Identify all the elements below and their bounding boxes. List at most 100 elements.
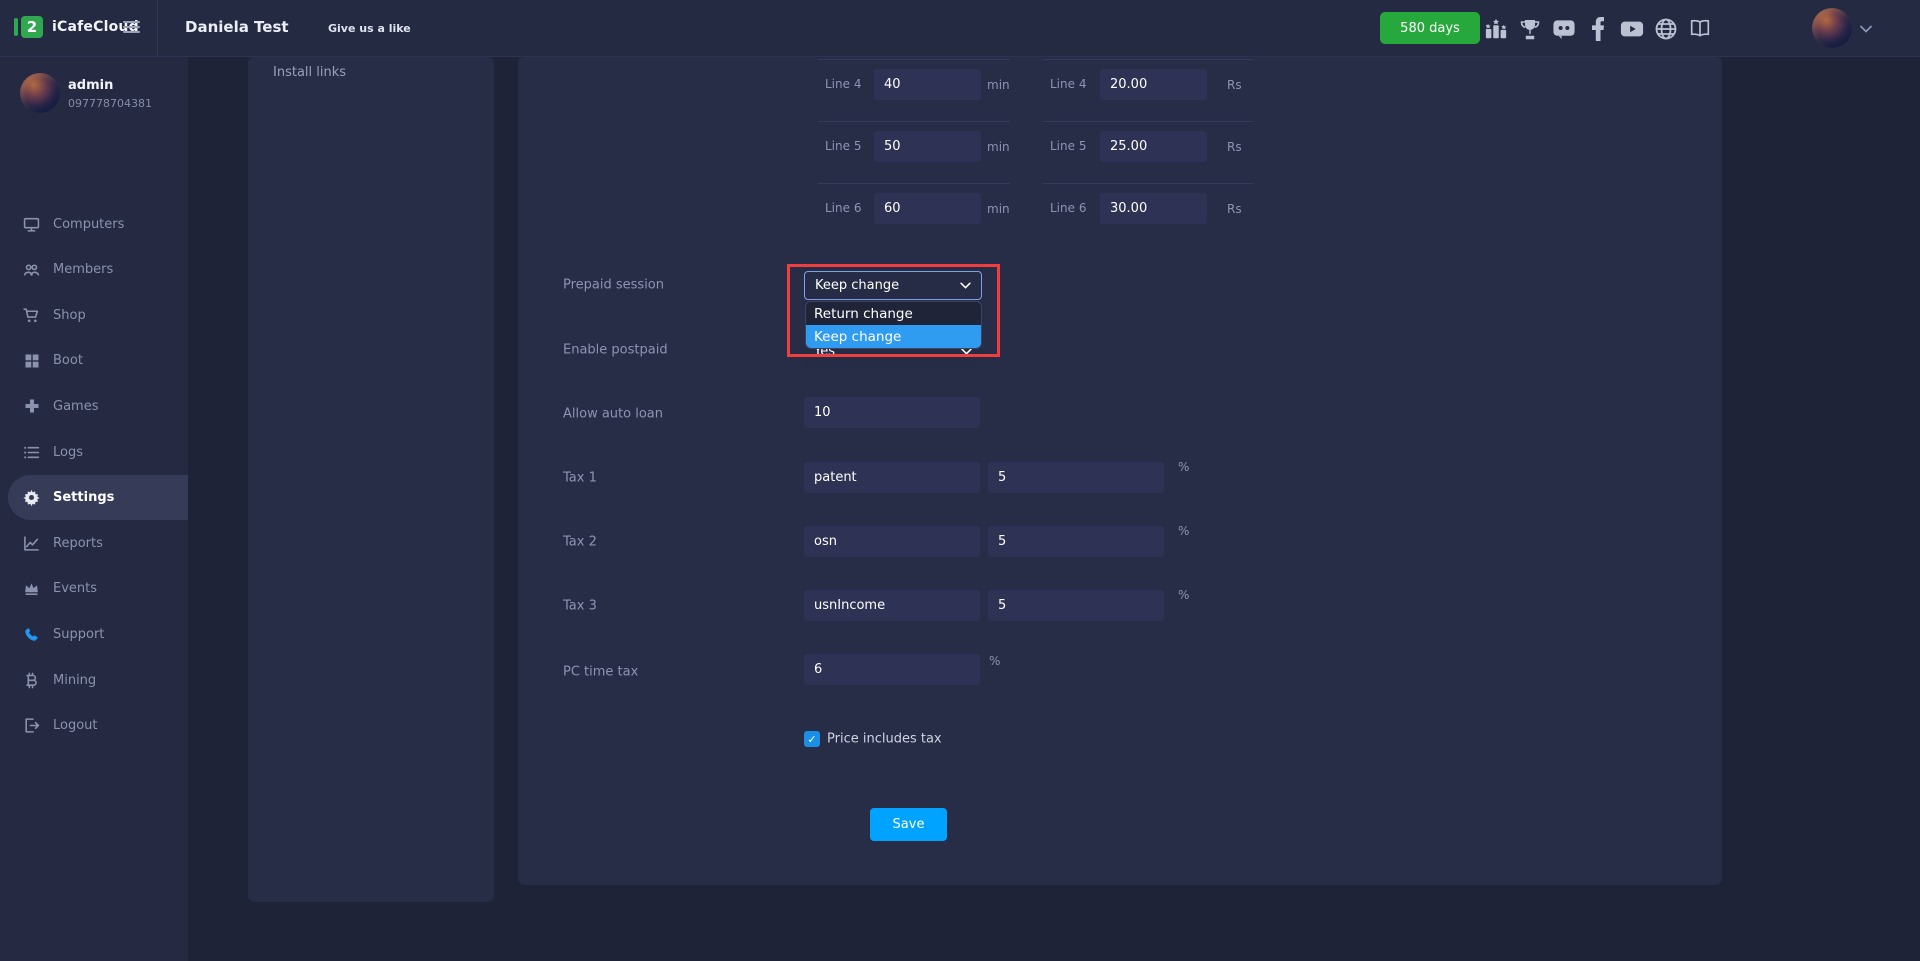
sidebar-item-boot[interactable]: Boot <box>0 338 188 383</box>
line-price-label: Line 6 <box>1050 201 1086 215</box>
sidebar-item-label: Members <box>53 262 113 277</box>
sidebar-item-label: Support <box>53 627 104 642</box>
settings-submenu-panel: Install links <box>248 57 494 902</box>
cafe-name-title: Daniela Test <box>185 18 289 36</box>
line-price-input[interactable] <box>1100 131 1207 162</box>
chart-icon <box>23 535 40 552</box>
sidebar-item-games[interactable]: Games <box>0 384 188 429</box>
youtube-icon[interactable] <box>1620 17 1644 41</box>
app-logo[interactable]: 2 iCafeCloud <box>14 16 139 38</box>
prepaid-session-value: Keep change <box>815 278 899 293</box>
line-price-label: Line 4 <box>1050 77 1086 91</box>
row-divider <box>818 59 1010 60</box>
menu-toggle-icon[interactable] <box>123 21 140 36</box>
tax-label: Tax 3 <box>563 599 597 614</box>
line-minutes-input[interactable] <box>874 69 981 100</box>
sidebar-item-computers[interactable]: Computers <box>0 202 188 247</box>
minutes-unit: min <box>987 78 1010 92</box>
leaderboard-icon[interactable] <box>1484 17 1508 41</box>
sidebar-item-label: Events <box>53 581 97 596</box>
avatar-chevron-down-icon[interactable] <box>1860 22 1872 37</box>
sidebar-item-events[interactable]: Events <box>0 566 188 611</box>
line-price-input[interactable] <box>1100 193 1207 224</box>
submenu-item-install-links[interactable]: Install links <box>273 65 346 80</box>
percent-unit: % <box>1178 524 1189 538</box>
percent-unit: % <box>1178 460 1189 474</box>
sidebar-item-label: Computers <box>53 217 124 232</box>
save-button[interactable]: Save <box>870 808 947 841</box>
line-price-input[interactable] <box>1100 69 1207 100</box>
guide-book-icon[interactable] <box>1688 17 1712 41</box>
tax-label: Tax 2 <box>563 535 597 550</box>
monitor-icon <box>23 216 40 233</box>
enable-postpaid-label: Enable postpaid <box>563 343 668 358</box>
row-divider <box>818 183 1010 184</box>
allow-auto-loan-input[interactable] <box>804 397 980 428</box>
windows-icon <box>23 352 40 369</box>
subscription-days-badge[interactable]: 580 days <box>1380 12 1480 44</box>
minutes-unit: min <box>987 202 1010 216</box>
row-divider <box>818 121 1010 122</box>
row-divider <box>1043 183 1253 184</box>
profile-avatar[interactable] <box>20 73 60 113</box>
logo-bar <box>14 18 18 36</box>
sidebar-item-label: Settings <box>53 490 114 505</box>
line-minutes-label: Line 4 <box>825 77 861 91</box>
line-price-label: Line 5 <box>1050 139 1086 153</box>
percent-unit: % <box>1178 588 1189 602</box>
globe-icon[interactable] <box>1654 17 1678 41</box>
prepaid-session-options: Return change Keep change <box>805 301 982 349</box>
sidebar-item-shop[interactable]: Shop <box>0 293 188 338</box>
pc-time-tax-label: PC time tax <box>563 665 638 680</box>
prepaid-session-label: Prepaid session <box>563 278 664 293</box>
logout-icon <box>23 717 40 734</box>
crown-icon <box>23 580 40 597</box>
tax-name-input[interactable] <box>804 462 980 493</box>
sidebar-item-label: Logs <box>53 445 83 460</box>
currency-unit: Rs <box>1227 202 1242 216</box>
prepaid-session-select[interactable]: Keep change <box>804 271 982 300</box>
sidebar-item-label: Games <box>53 399 98 414</box>
price-includes-tax-checkbox[interactable] <box>804 731 820 747</box>
trophy-icon[interactable] <box>1518 17 1542 41</box>
sidebar-item-logs[interactable]: Logs <box>0 430 188 475</box>
line-minutes-input[interactable] <box>874 131 981 162</box>
discord-icon[interactable] <box>1552 17 1576 41</box>
tax-rate-input[interactable] <box>988 590 1164 621</box>
currency-unit: Rs <box>1227 140 1242 154</box>
sidebar-item-label: Reports <box>53 536 103 551</box>
tax-label: Tax 1 <box>563 471 597 486</box>
sidebar-item-logout[interactable]: Logout <box>0 703 188 748</box>
minutes-unit: min <box>987 140 1010 154</box>
tax-rate-input[interactable] <box>988 462 1164 493</box>
line-minutes-label: Line 5 <box>825 139 861 153</box>
chevron-down-icon <box>960 282 971 289</box>
user-avatar[interactable] <box>1812 8 1852 48</box>
facebook-icon[interactable] <box>1586 17 1610 41</box>
line-minutes-label: Line 6 <box>825 201 861 215</box>
phone-icon <box>23 626 40 643</box>
gear-icon <box>23 489 40 506</box>
currency-unit: Rs <box>1227 78 1242 92</box>
option-keep-change[interactable]: Keep change <box>806 325 981 348</box>
row-divider <box>1043 59 1253 60</box>
profile-username: admin <box>68 78 113 93</box>
give-us-a-like-link[interactable]: Give us a like <box>328 22 411 35</box>
tax-rate-input[interactable] <box>988 526 1164 557</box>
sidebar-item-label: Boot <box>53 353 83 368</box>
topbar-icons <box>1484 0 1712 57</box>
sidebar-item-label: Shop <box>53 308 86 323</box>
settings-form-panel: Line 4 min Line 4 Rs Line 5 min Line 5 Rs Line 6… <box>518 57 1722 885</box>
sidebar-item-support[interactable]: Support <box>0 612 188 657</box>
tax-name-input[interactable] <box>804 590 980 621</box>
pc-time-tax-input[interactable] <box>804 654 980 685</box>
sidebar-item-mining[interactable]: Mining <box>0 658 188 703</box>
tax-name-input[interactable] <box>804 526 980 557</box>
option-return-change[interactable]: Return change <box>806 302 981 325</box>
allow-auto-loan-label: Allow auto loan <box>563 407 663 422</box>
line-minutes-input[interactable] <box>874 193 981 224</box>
sidebar-item-reports[interactable]: Reports <box>0 521 188 566</box>
sidebar-item-settings[interactable]: Settings <box>8 475 188 520</box>
sidebar: admin 097778704381 ComputersMembersShopB… <box>0 57 188 961</box>
sidebar-item-members[interactable]: Members <box>0 247 188 292</box>
